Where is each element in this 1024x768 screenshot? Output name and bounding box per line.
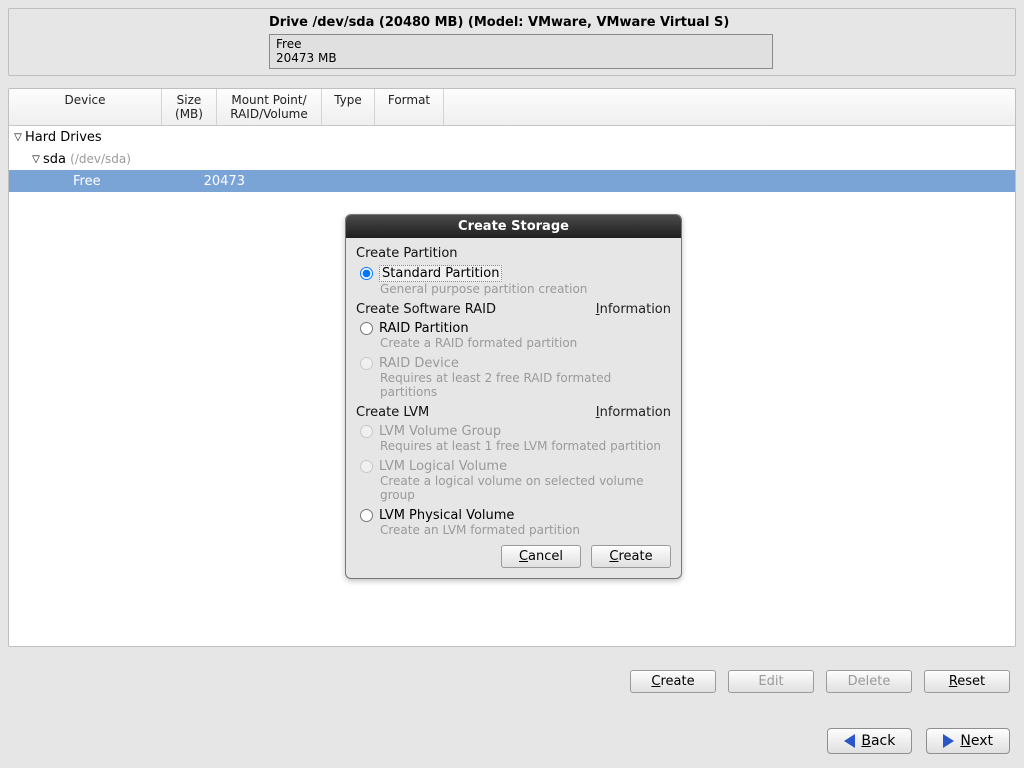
col-mount[interactable]: Mount Point/ RAID/Volume: [217, 89, 322, 125]
drive-title: Drive /dev/sda (20480 MB) (Model: VMware…: [269, 15, 1009, 30]
action-bar: Create Edit Delete Reset: [8, 662, 1016, 701]
drive-summary: Drive /dev/sda (20480 MB) (Model: VMware…: [8, 8, 1016, 76]
option-raid-partition[interactable]: RAID Partition: [360, 321, 671, 336]
disk-path: (/dev/sda): [70, 152, 131, 166]
radio-standard-partition[interactable]: [360, 267, 373, 280]
option-raid-device-desc: Requires at least 2 free RAID formated p…: [380, 371, 671, 399]
option-standard-partition[interactable]: Standard Partition: [360, 265, 671, 282]
option-lvm-pv[interactable]: LVM Physical Volume: [360, 508, 671, 523]
radio-raid-device: [360, 357, 373, 370]
option-standard-partition-desc: General purpose partition creation: [380, 282, 671, 296]
radio-raid-partition[interactable]: [360, 322, 373, 335]
reset-button[interactable]: Reset: [924, 670, 1010, 693]
dialog-cancel-button[interactable]: Cancel: [501, 545, 581, 568]
disclosure-triangle-icon[interactable]: ▽: [13, 132, 23, 143]
section-create-raid: Create Software RAID Information: [356, 302, 671, 317]
dialog-title: Create Storage: [346, 215, 681, 238]
tree-row-disk[interactable]: ▽ sda (/dev/sda): [9, 148, 1015, 170]
create-storage-dialog: Create Storage Create Partition Standard…: [345, 214, 682, 579]
disclosure-triangle-icon[interactable]: ▽: [31, 154, 41, 165]
next-button[interactable]: Next: [926, 728, 1010, 754]
arrow-right-icon: [943, 734, 954, 748]
disk-name: sda: [43, 152, 66, 167]
nav-bar: Back Next: [827, 728, 1010, 754]
option-lvm-pv-desc: Create an LVM formated partition: [380, 523, 671, 537]
section-create-lvm: Create LVM Information: [356, 405, 671, 420]
option-raid-partition-desc: Create a RAID formated partition: [380, 336, 671, 350]
row-label: Hard Drives: [25, 130, 102, 145]
create-button[interactable]: Create: [630, 670, 716, 693]
free-cell-size: 20473: [185, 174, 245, 189]
back-button[interactable]: Back: [827, 728, 912, 754]
free-label: Free: [276, 37, 766, 51]
tree-row-free[interactable]: Free 20473: [9, 170, 1015, 192]
free-size: 20473 MB: [276, 51, 766, 65]
option-lvm-lv: LVM Logical Volume: [360, 459, 671, 474]
table-header: Device Size (MB) Mount Point/ RAID/Volum…: [9, 89, 1015, 126]
option-lvm-lv-desc: Create a logical volume on selected volu…: [380, 474, 671, 502]
radio-lvm-pv[interactable]: [360, 509, 373, 522]
col-format[interactable]: Format: [375, 89, 444, 125]
raid-info-link[interactable]: Information: [596, 302, 671, 317]
col-size[interactable]: Size (MB): [162, 89, 217, 125]
section-create-partition: Create Partition: [356, 246, 671, 261]
arrow-left-icon: [844, 734, 855, 748]
radio-lvm-vg: [360, 425, 373, 438]
col-type[interactable]: Type: [322, 89, 375, 125]
col-device[interactable]: Device: [9, 89, 162, 125]
radio-lvm-lv: [360, 460, 373, 473]
option-lvm-vg: LVM Volume Group: [360, 424, 671, 439]
edit-button: Edit: [728, 670, 814, 693]
dialog-create-button[interactable]: Create: [591, 545, 671, 568]
drive-free-box: Free 20473 MB: [269, 34, 773, 69]
lvm-info-link[interactable]: Information: [596, 405, 671, 420]
tree-row-root[interactable]: ▽ Hard Drives: [9, 126, 1015, 148]
option-raid-device: RAID Device: [360, 356, 671, 371]
free-cell-label: Free: [13, 174, 213, 189]
delete-button: Delete: [826, 670, 912, 693]
option-lvm-vg-desc: Requires at least 1 free LVM formated pa…: [380, 439, 671, 453]
